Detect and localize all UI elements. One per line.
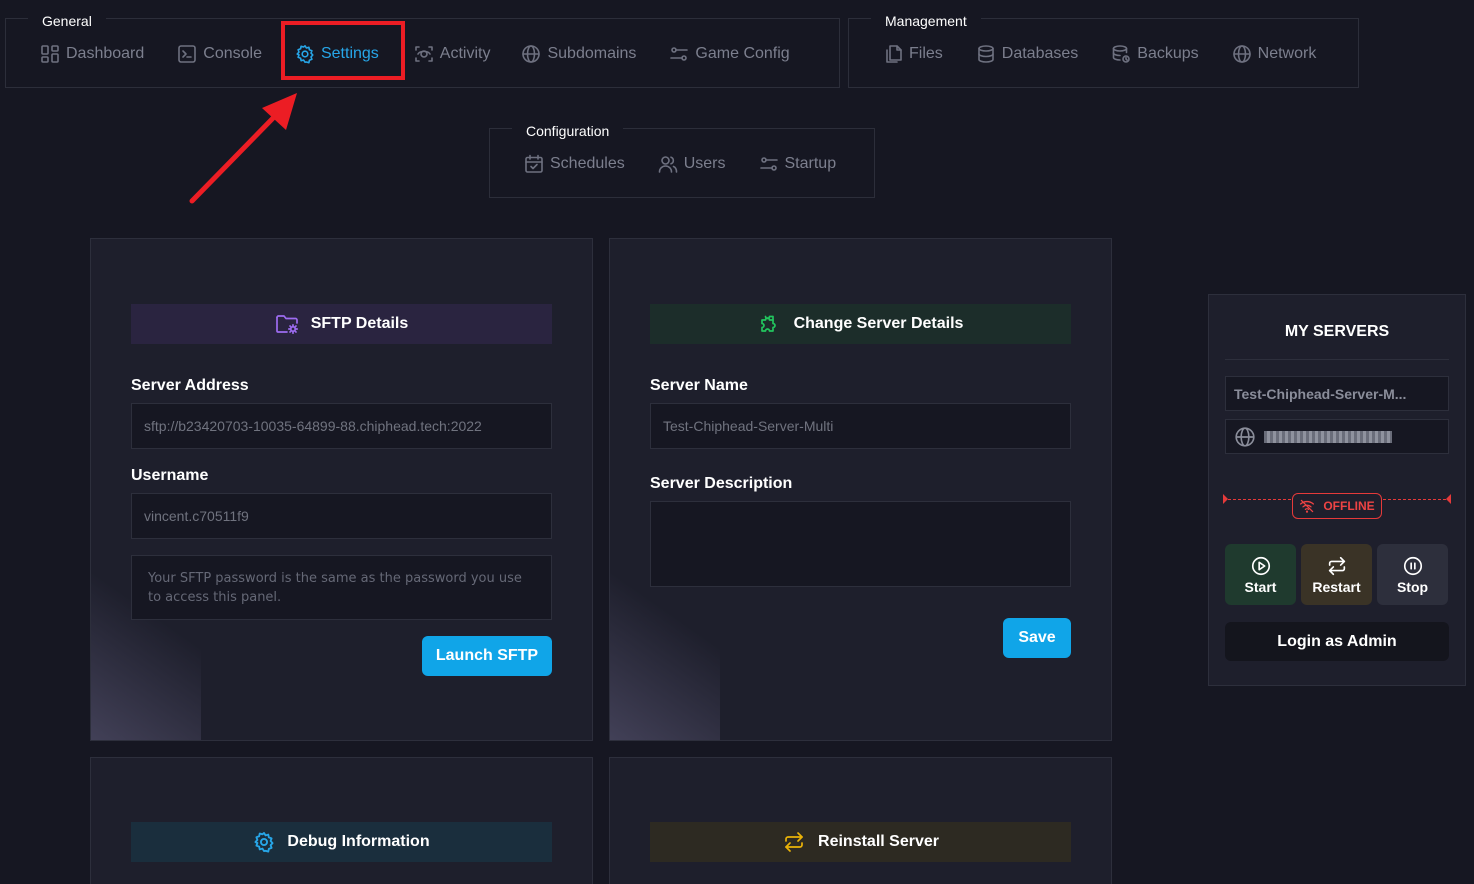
reinstall-server-header: Reinstall Server bbox=[650, 822, 1071, 862]
server-address-field[interactable]: sftp://b23420703-10035-64899-88.chiphead… bbox=[131, 403, 552, 449]
gear-icon bbox=[254, 832, 274, 853]
backup-icon bbox=[1112, 45, 1131, 63]
play-circle-icon bbox=[1251, 556, 1270, 575]
server-address-label: Server Address bbox=[131, 377, 249, 394]
annotation-arrow bbox=[189, 93, 297, 204]
change-server-details-header: Change Server Details bbox=[650, 304, 1071, 344]
change-server-details-title: Change Server Details bbox=[793, 315, 964, 332]
nav-group-general-legend: General bbox=[28, 11, 106, 31]
files-icon bbox=[886, 45, 902, 63]
stop-button[interactable]: Stop bbox=[1377, 544, 1448, 605]
nav-item-users[interactable]: Users bbox=[658, 154, 726, 174]
my-servers-title: MY SERVERS bbox=[1284, 323, 1390, 340]
nav-group-configuration: Configuration Schedules Users Startup bbox=[489, 121, 875, 198]
nav-item-backups-label: Backups bbox=[1137, 45, 1199, 62]
terminal-icon bbox=[178, 45, 197, 63]
nav-item-network-label: Network bbox=[1257, 45, 1317, 62]
nav-item-startup[interactable]: Startup bbox=[759, 154, 837, 174]
nav-item-network[interactable]: Network bbox=[1232, 44, 1317, 64]
database-icon bbox=[977, 45, 994, 63]
username-label: Username bbox=[131, 467, 209, 484]
server-name-display[interactable]: Test-Chiphead-Server-M... bbox=[1225, 376, 1449, 411]
status-badge: OFFLINE bbox=[1292, 493, 1382, 519]
nav-item-console-label: Console bbox=[203, 45, 262, 62]
nav-item-subdomains[interactable]: Subdomains bbox=[521, 44, 636, 64]
nav-group-general: General Dashboard Console Settings Activ… bbox=[5, 11, 840, 88]
restart-button-label: Restart bbox=[1312, 578, 1361, 595]
nav-group-management: Management Files Databases Backups Netwo… bbox=[848, 11, 1359, 88]
pause-circle-icon bbox=[1403, 556, 1422, 575]
login-as-admin-button[interactable]: Login as Admin bbox=[1225, 622, 1449, 661]
start-button[interactable]: Start bbox=[1225, 544, 1296, 605]
nav-item-users-label: Users bbox=[683, 155, 726, 172]
server-description-textarea[interactable] bbox=[650, 501, 1071, 587]
nav-item-startup-label: Startup bbox=[784, 155, 837, 172]
sftp-details-header: SFTP Details bbox=[131, 304, 552, 344]
server-description-label: Server Description bbox=[650, 475, 793, 492]
nav-item-console[interactable]: Console bbox=[177, 44, 262, 64]
debug-information-title: Debug Information bbox=[287, 833, 430, 850]
globe-icon bbox=[1235, 426, 1255, 447]
calendar-icon bbox=[525, 154, 543, 173]
nav-item-files-label: Files bbox=[909, 45, 943, 62]
nav-item-backups[interactable]: Backups bbox=[1111, 44, 1199, 64]
folder-gear-icon bbox=[275, 315, 298, 335]
sliders-icon bbox=[670, 47, 689, 61]
nav-item-game-config[interactable]: Game Config bbox=[669, 44, 790, 64]
nav-item-game-config-label: Game Config bbox=[695, 45, 790, 62]
globe-icon bbox=[522, 45, 541, 63]
settings-highlight-box bbox=[281, 21, 405, 80]
users-icon bbox=[658, 156, 678, 173]
puzzle-icon bbox=[760, 315, 776, 332]
globe-icon bbox=[1232, 45, 1251, 63]
start-button-label: Start bbox=[1244, 578, 1277, 595]
activity-icon bbox=[414, 46, 433, 62]
server-ip-display bbox=[1225, 419, 1449, 454]
nav-group-management-legend: Management bbox=[871, 11, 981, 31]
reinstall-server-card: Reinstall Server bbox=[609, 757, 1112, 884]
debug-information-card: Debug Information bbox=[90, 757, 593, 884]
sftp-details-title: SFTP Details bbox=[310, 315, 409, 332]
wifi-off-icon bbox=[1300, 499, 1315, 513]
server-name-input[interactable]: Test-Chiphead-Server-Multi bbox=[650, 403, 1071, 449]
debug-information-header: Debug Information bbox=[131, 822, 552, 862]
nav-item-schedules-label: Schedules bbox=[550, 155, 625, 172]
sftp-password-note: Your SFTP password is the same as the pa… bbox=[131, 555, 552, 620]
stop-button-label: Stop bbox=[1396, 578, 1429, 595]
nav-item-dashboard[interactable]: Dashboard bbox=[40, 44, 144, 64]
reinstall-server-title: Reinstall Server bbox=[818, 833, 939, 850]
username-field[interactable]: vincent.c70511f9 bbox=[131, 493, 552, 539]
repeat-icon bbox=[785, 832, 803, 852]
change-server-details-card: Change Server Details Server Name Test-C… bbox=[609, 238, 1112, 741]
redacted-ip bbox=[1264, 430, 1392, 443]
my-servers-divider bbox=[1225, 359, 1449, 360]
nav-item-databases-label: Databases bbox=[1001, 45, 1079, 62]
dashboard-icon bbox=[41, 45, 59, 63]
repeat-icon bbox=[1328, 556, 1345, 575]
save-button[interactable]: Save bbox=[1003, 618, 1071, 658]
nav-item-databases[interactable]: Databases bbox=[976, 44, 1079, 64]
sliders-icon bbox=[759, 157, 778, 171]
status-text: OFFLINE bbox=[1323, 499, 1375, 513]
nav-item-dashboard-label: Dashboard bbox=[66, 45, 145, 62]
nav-item-files[interactable]: Files bbox=[883, 44, 943, 64]
launch-sftp-button[interactable]: Launch SFTP bbox=[422, 636, 552, 676]
sftp-details-card: SFTP Details Server Address sftp://b2342… bbox=[90, 238, 593, 741]
nav-group-configuration-legend: Configuration bbox=[512, 121, 624, 141]
server-name-label: Server Name bbox=[650, 377, 748, 394]
nav-item-activity[interactable]: Activity bbox=[414, 44, 491, 64]
restart-button[interactable]: Restart bbox=[1301, 544, 1372, 605]
status-line-right-marker bbox=[1446, 494, 1451, 504]
nav-item-activity-label: Activity bbox=[439, 45, 491, 62]
nav-item-schedules[interactable]: Schedules bbox=[524, 154, 625, 174]
my-servers-panel: MY SERVERS Test-Chiphead-Server-M... OFF… bbox=[1208, 294, 1466, 686]
nav-item-subdomains-label: Subdomains bbox=[547, 45, 637, 62]
